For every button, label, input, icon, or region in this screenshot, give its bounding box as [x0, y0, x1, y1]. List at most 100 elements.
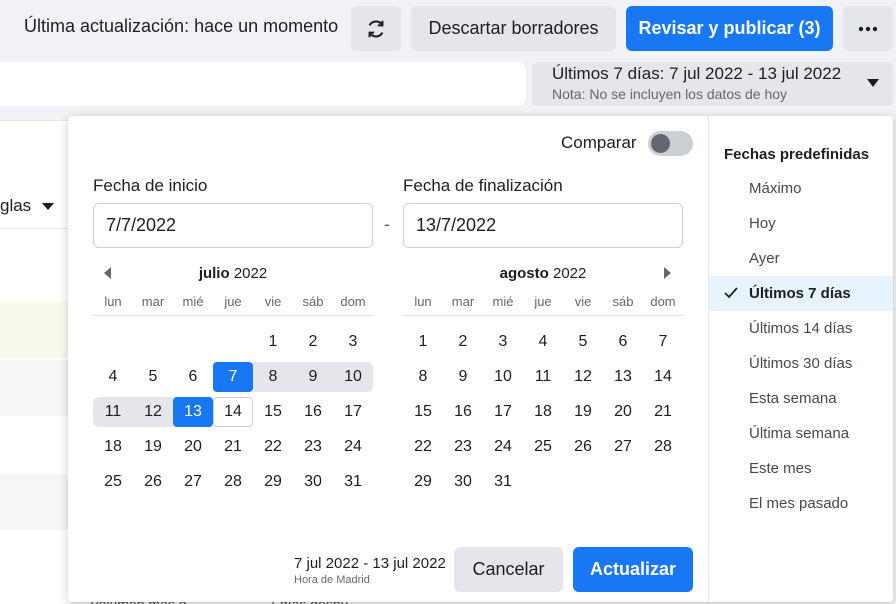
calendar-week: 15 16 17 18 19 20 21: [403, 394, 683, 429]
date-picker-popup: Comparar Fecha de inicio Fecha de finali…: [68, 116, 893, 602]
calendar-day[interactable]: 21: [213, 432, 253, 462]
calendar-day[interactable]: 19: [133, 432, 173, 462]
calendar-august: lun mar mié jue vie sáb dom 1 2 3 4 5 6 7 8 9 10 11 12 13 14…: [403, 294, 683, 499]
calendar-day[interactable]: 18: [523, 397, 563, 427]
today-day[interactable]: 14: [213, 396, 253, 427]
discard-drafts-button[interactable]: Descartar borradores: [411, 6, 616, 51]
calendar-day[interactable]: 30: [443, 467, 483, 497]
calendar-day[interactable]: 2: [293, 327, 333, 357]
calendar-day[interactable]: 31: [333, 467, 373, 497]
cancel-button[interactable]: Cancelar: [454, 547, 563, 592]
calendar-day[interactable]: 25: [93, 467, 133, 497]
calendar-day[interactable]: 8: [253, 361, 293, 392]
calendar-day[interactable]: 10: [333, 361, 373, 392]
rules-dropdown-label[interactable]: glas: [0, 196, 31, 216]
table-row-highlight: [0, 302, 70, 358]
calendar-day[interactable]: 25: [523, 432, 563, 462]
preset-item[interactable]: Última semana: [709, 416, 893, 451]
calendar-day[interactable]: 22: [403, 432, 443, 462]
preset-label: Hoy: [749, 215, 776, 232]
calendar-day[interactable]: 15: [253, 397, 293, 427]
calendar-day[interactable]: 10: [483, 362, 523, 392]
calendar-day[interactable]: 29: [253, 467, 293, 497]
start-date-input[interactable]: [93, 203, 373, 248]
calendar-day[interactable]: 30: [293, 467, 333, 497]
compare-label: Comparar: [561, 133, 637, 152]
calendar-day[interactable]: 26: [563, 432, 603, 462]
calendar-day[interactable]: 14: [643, 362, 683, 392]
calendar-day[interactable]: 23: [443, 432, 483, 462]
calendar-day[interactable]: 5: [563, 327, 603, 357]
calendar-day[interactable]: 24: [333, 432, 373, 462]
calendar-day[interactable]: 16: [443, 397, 483, 427]
calendar-day[interactable]: 6: [173, 362, 213, 392]
end-date-input[interactable]: [403, 203, 683, 248]
calendar-day[interactable]: 21: [643, 397, 683, 427]
calendar-day[interactable]: 20: [603, 397, 643, 427]
calendar-day[interactable]: 3: [333, 327, 373, 357]
preset-item[interactable]: Ayer: [709, 241, 893, 276]
weekday-header: lun mar mié jue vie sáb dom: [403, 294, 683, 316]
compare-toggle[interactable]: [648, 131, 693, 156]
calendar-day[interactable]: 15: [403, 397, 443, 427]
search-filter-bar[interactable]: [0, 62, 526, 106]
preset-item[interactable]: Esta semana: [709, 381, 893, 416]
calendar-day[interactable]: 1: [403, 327, 443, 357]
calendar-day[interactable]: 29: [403, 467, 443, 497]
calendar-day[interactable]: 3: [483, 327, 523, 357]
review-publish-button[interactable]: Revisar y publicar (3): [626, 6, 833, 51]
calendar-day[interactable]: 11: [93, 396, 133, 427]
range-separator: -: [384, 214, 390, 234]
calendar-day[interactable]: 19: [563, 397, 603, 427]
calendar-day[interactable]: 7: [643, 327, 683, 357]
range-end-day[interactable]: 13: [173, 396, 213, 427]
calendar-empty-cell: [603, 467, 643, 497]
weekday-label: mié: [182, 294, 204, 309]
preset-item[interactable]: Hoy: [709, 206, 893, 241]
calendar-day[interactable]: 4: [523, 327, 563, 357]
calendar-day[interactable]: 5: [133, 362, 173, 392]
calendar-day[interactable]: 12: [563, 362, 603, 392]
more-options-button[interactable]: [843, 6, 893, 51]
calendar-day[interactable]: 26: [133, 467, 173, 497]
left-month-title: julio 2022: [93, 265, 373, 282]
preset-item[interactable]: Este mes: [709, 451, 893, 486]
calendar-day[interactable]: 31: [483, 467, 523, 497]
preset-item[interactable]: Últimos 7 días: [709, 276, 893, 311]
calendar-day[interactable]: 17: [483, 397, 523, 427]
preset-item[interactable]: El mes pasado: [709, 486, 893, 521]
calendar-day[interactable]: 9: [293, 361, 333, 392]
calendar-day[interactable]: 9: [443, 362, 483, 392]
calendar-day[interactable]: 4: [93, 362, 133, 392]
calendar-day[interactable]: 1: [253, 327, 293, 357]
weekday-label: sáb: [302, 294, 324, 309]
calendar-day[interactable]: 27: [603, 432, 643, 462]
calendar-day[interactable]: 28: [213, 467, 253, 497]
refresh-button[interactable]: [351, 6, 401, 51]
calendar-day[interactable]: 8: [403, 362, 443, 392]
weekday-label: mar: [141, 294, 165, 309]
date-range-selector[interactable]: Últimos 7 días: 7 jul 2022 - 13 jul 2022…: [532, 62, 893, 106]
calendar-day[interactable]: 17: [333, 397, 373, 427]
update-button[interactable]: Actualizar: [573, 547, 693, 592]
calendar-day[interactable]: 23: [293, 432, 333, 462]
calendar-day[interactable]: 2: [443, 327, 483, 357]
calendar-day[interactable]: 27: [173, 467, 213, 497]
range-start-day[interactable]: 7: [213, 361, 253, 392]
preset-item[interactable]: Últimos 30 días: [709, 346, 893, 381]
calendar-day[interactable]: 16: [293, 397, 333, 427]
calendar-day[interactable]: 18: [93, 432, 133, 462]
calendar-day[interactable]: 20: [173, 432, 213, 462]
calendar-day[interactable]: 6: [603, 327, 643, 357]
calendar-day[interactable]: 28: [643, 432, 683, 462]
calendar-empty-cell: [563, 467, 603, 497]
calendar-day[interactable]: 22: [253, 432, 293, 462]
calendar-day[interactable]: 24: [483, 432, 523, 462]
calendar-day[interactable]: 12: [133, 396, 173, 427]
preset-item[interactable]: Últimos 14 días: [709, 311, 893, 346]
calendar-week: 8 9 10 11 12 13 14: [403, 359, 683, 394]
calendar-day[interactable]: 11: [523, 362, 563, 392]
calendar-day[interactable]: 13: [603, 362, 643, 392]
preset-item[interactable]: Máximo: [709, 171, 893, 206]
calendar-empty-cell: [93, 327, 133, 357]
